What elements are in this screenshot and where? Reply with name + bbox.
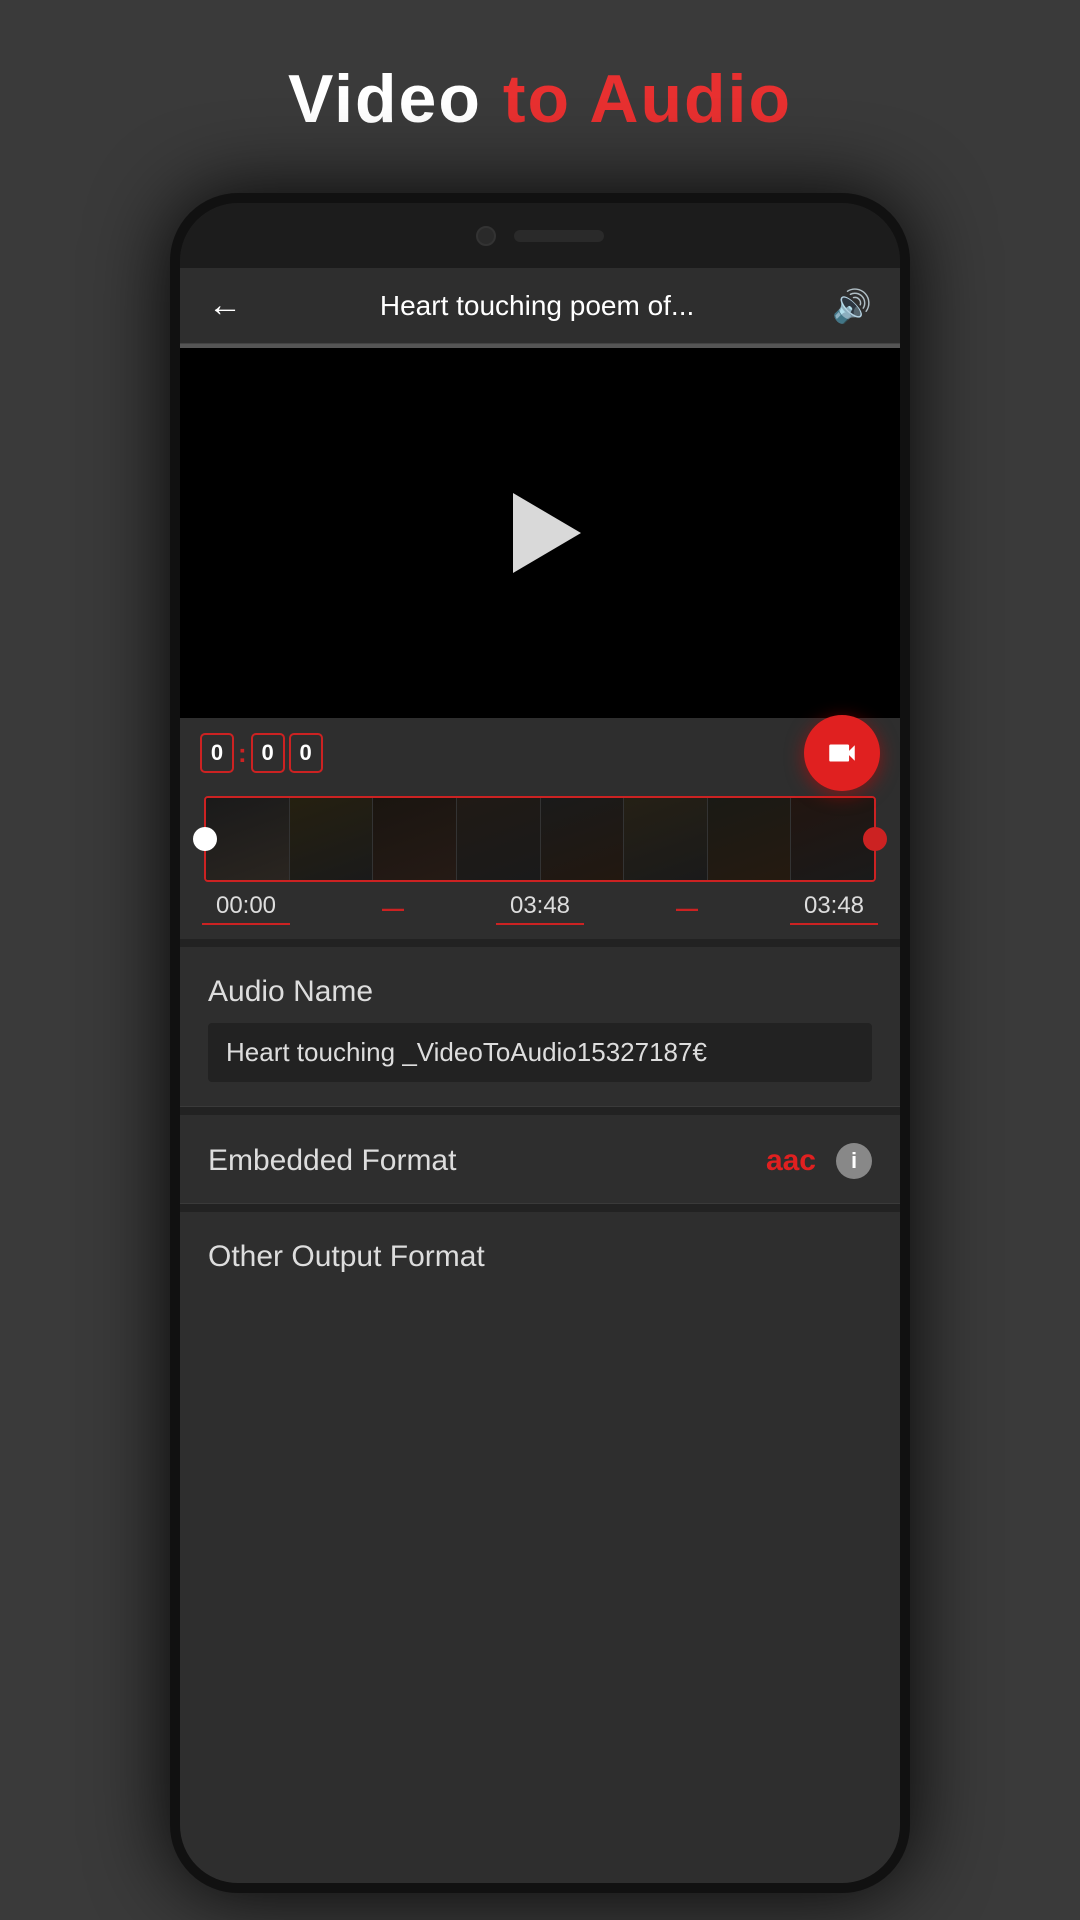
title-audio: Audio (589, 61, 792, 137)
time-mid-group: 03:48 (496, 892, 584, 925)
audio-name-label: Audio Name (208, 975, 872, 1009)
filmstrip-wrapper (204, 796, 876, 882)
play-button-icon[interactable] (513, 493, 581, 573)
section-divider-3 (180, 1204, 900, 1212)
time-mid-underline (496, 923, 584, 925)
other-output-section: Other Output Format (180, 1212, 900, 1302)
filmstrip-frame-7 (708, 798, 792, 880)
phone-container: ← Heart touching poem of... 🔊 0 : 0 0 (170, 193, 910, 1893)
time-start-group: 00:00 (202, 892, 290, 925)
screen-title: Heart touching poem of... (380, 290, 694, 322)
section-divider-1 (180, 939, 900, 947)
time-dash-2: — (676, 896, 698, 922)
filmstrip-container (180, 788, 900, 886)
timer-row: 0 : 0 0 (180, 718, 900, 788)
time-dash-1: — (382, 896, 404, 922)
timer-display: 0 : 0 0 (200, 733, 323, 773)
time-start-underline (202, 923, 290, 925)
title-video: Video (288, 61, 482, 137)
info-button[interactable]: i (836, 1143, 872, 1179)
embedded-format-section: Embedded Format aac i (180, 1115, 900, 1204)
back-button[interactable]: ← (208, 286, 242, 325)
time-end-underline (790, 923, 878, 925)
time-mid-label: 03:48 (510, 892, 570, 920)
volume-icon[interactable]: 🔊 (832, 287, 872, 325)
timer-digit-1: 0 (200, 733, 234, 773)
time-end-group: 03:48 (790, 892, 878, 925)
filmstrip-frame-6 (624, 798, 708, 880)
filmstrip-frame-5 (541, 798, 625, 880)
section-divider-2 (180, 1107, 900, 1115)
filmstrip-frame-3 (373, 798, 457, 880)
audio-name-field[interactable]: Heart touching _VideoToAudio15327187€ (208, 1023, 872, 1082)
phone-speaker (514, 230, 604, 242)
timer-digit-3: 0 (289, 733, 323, 773)
time-end-label: 03:48 (804, 892, 864, 920)
embedded-format-label: Embedded Format (208, 1144, 456, 1178)
time-labels-row: 00:00 — 03:48 — 03:48 (180, 886, 900, 939)
timer-colon-1: : (238, 738, 247, 769)
record-fab-button[interactable] (804, 715, 880, 791)
app-screen: ← Heart touching poem of... 🔊 0 : 0 0 (180, 268, 900, 1883)
filmstrip-handle-left[interactable] (193, 827, 217, 851)
video-player[interactable] (180, 348, 900, 718)
page-title: Video to Audio (288, 60, 792, 138)
filmstrip-frame-4 (457, 798, 541, 880)
title-to: to (482, 61, 589, 137)
front-camera (476, 226, 496, 246)
format-right-group: aac i (766, 1143, 872, 1179)
audio-name-section: Audio Name Heart touching _VideoToAudio1… (180, 947, 900, 1107)
time-start-label: 00:00 (216, 892, 276, 920)
filmstrip-frame-8 (791, 798, 874, 880)
other-output-label: Other Output Format (208, 1240, 485, 1273)
phone-top-bar (180, 203, 900, 268)
top-bar: ← Heart touching poem of... 🔊 (180, 268, 900, 344)
filmstrip-frame-2 (290, 798, 374, 880)
filmstrip-frame-1 (206, 798, 290, 880)
filmstrip-inner (206, 798, 874, 880)
timer-digit-2: 0 (251, 733, 285, 773)
camera-record-icon (825, 736, 859, 770)
filmstrip-handle-right[interactable] (863, 827, 887, 851)
embedded-format-value: aac (766, 1144, 816, 1178)
